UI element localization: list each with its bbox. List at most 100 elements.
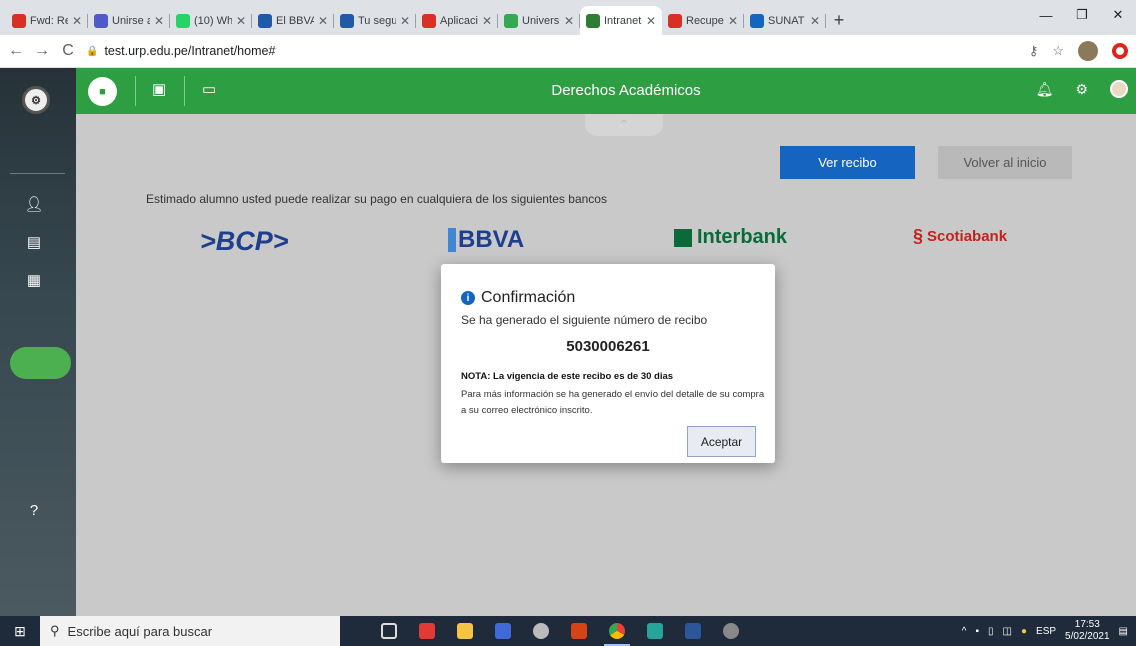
bbva-logo: BBVA [448,226,524,254]
minimize-icon[interactable]: — [1028,0,1064,30]
gear-icon[interactable]: ⚙ [1075,81,1088,98]
key-icon[interactable]: ⚷ [1029,43,1039,59]
taskbar: ⊞ ⚲ Escribe aquí para buscar ^ ▪ ▯ ◫ ● E… [0,616,1136,646]
window-controls: — ❐ ✕ [1028,0,1136,30]
book-icon[interactable]: ▤ [24,232,44,252]
interbank-logo: Interbank [674,226,787,249]
info-icon: i [461,291,475,305]
browser-tab[interactable]: El BBVA ✕ [252,6,334,35]
volver-inicio-button[interactable]: Volver al inicio [938,146,1072,179]
close-tab-icon[interactable]: ✕ [400,14,410,28]
close-tab-icon[interactable]: ✕ [318,14,328,28]
tray-app-icon[interactable]: ▪ [975,626,979,637]
browser-tab[interactable]: (10) Wha ✕ [170,6,252,35]
task-view-icon[interactable] [370,616,408,646]
windows-start-icon[interactable]: ⊞ [0,616,40,646]
clock-date: 5/02/2021 [1065,631,1110,642]
browser-tab-label: El BBVA [276,14,314,27]
taskbar-apps [370,616,750,646]
browser-tab[interactable]: Recuper ✕ [662,6,744,35]
interbank-logo-text: Interbank [697,226,788,248]
user-icon[interactable]: 👤︎ [24,194,44,214]
app-grey-icon[interactable] [712,616,750,646]
browser-tab[interactable]: Fwd: Rev ✕ [6,6,88,35]
ver-recibo-button[interactable]: Ver recibo [780,146,915,179]
new-tab-button[interactable]: + [826,6,852,35]
profile-avatar[interactable] [1078,41,1098,61]
browser-tab-strip: Fwd: Rev✕Unirse a✕(10) Wha✕El BBVA✕Tu se… [0,0,1136,35]
receipt-number: 5030006261 [566,338,650,355]
close-tab-icon[interactable]: ✕ [72,14,82,28]
file-explorer-icon[interactable] [446,616,484,646]
dialog-note: NOTA: La vigencia de este recibo es de 3… [461,371,674,382]
user-avatar[interactable] [1110,80,1128,98]
close-tab-icon[interactable]: ✕ [154,14,164,28]
lock-icon: 🔒 [86,45,99,57]
tray-arrow-icon[interactable]: ^ [962,626,967,637]
back-icon[interactable]: ← [8,42,24,60]
browser-tab[interactable]: Intranet ✕ [580,6,662,35]
browser-tab-label: Tu segur [358,14,396,27]
dialog-title-text: Confirmación [481,289,576,306]
bookmark-star-icon[interactable]: ☆ [1052,43,1064,59]
close-tab-icon[interactable]: ✕ [728,14,738,28]
chrome-icon[interactable] [598,616,636,646]
app-teal-icon[interactable] [636,616,674,646]
uni-icon [504,13,518,28]
close-tab-icon[interactable]: ✕ [646,14,656,28]
scotiabank-mark-icon: § [913,226,924,246]
app-blue-icon[interactable] [484,616,522,646]
browser-tab[interactable]: Universi ✕ [498,6,580,35]
bbva-icon [258,13,272,28]
browser-tab[interactable]: SUNAT - ✕ [744,6,826,35]
browser-tab-label: Universi [522,14,560,27]
sidebar-active-pill[interactable] [10,347,71,379]
forward-icon[interactable]: → [34,42,50,60]
tray-app2-icon[interactable]: ● [1021,626,1027,637]
sound-icon[interactable]: ◫ [1003,626,1012,637]
word-icon[interactable] [674,616,712,646]
collapse-header-tab[interactable]: ⌃ [585,114,663,136]
app-shield-icon[interactable] [560,616,598,646]
restore-icon[interactable]: ❐ [1064,0,1100,30]
page-title: Derechos Académicos [551,82,701,99]
notification-icon[interactable]: ▤ [1119,626,1128,637]
dialog-subtitle: Se ha generado el siguiente número de re… [461,313,708,327]
sunat-icon [750,13,764,28]
browser-tab-label: Unirse a [112,14,150,27]
gmail-icon [668,13,682,28]
app-red-icon[interactable] [408,616,446,646]
close-tab-icon[interactable]: ✕ [482,14,492,28]
address-bar: ← → C 🔒 test.urp.edu.pe/Intranet/home# ⚷… [0,35,1136,68]
dialog-title: i Confirmación [461,289,575,307]
browser-tab-label: (10) Wha [194,14,232,27]
browser-tab[interactable]: Unirse a ✕ [88,6,170,35]
opera-extension-icon[interactable] [1112,43,1128,59]
network-icon[interactable]: ▯ [988,626,994,637]
gmail-icon [12,13,26,28]
close-tab-icon[interactable]: ✕ [810,14,820,28]
bcp-logo: >BCP> [200,226,289,256]
taskbar-search[interactable]: ⚲ Escribe aquí para buscar [40,616,340,646]
help-icon[interactable]: ? [24,500,44,520]
app-circle-icon[interactable] [522,616,560,646]
browser-tab[interactable]: Aplicacio ✕ [416,6,498,35]
scotiabank-logo: § Scotiabank [913,226,1007,247]
reload-icon[interactable]: C [60,42,76,60]
url-field[interactable]: 🔒 test.urp.edu.pe/Intranet/home# [86,44,1019,58]
close-tab-icon[interactable]: ✕ [236,14,246,28]
clock-time: 17:53 [1074,619,1100,630]
bell-icon[interactable]: 🔔︎ [1036,81,1054,98]
aceptar-button[interactable]: Aceptar [687,426,756,457]
app-icon [422,13,436,28]
urp-icon [586,13,600,28]
close-window-icon[interactable]: ✕ [1100,0,1136,30]
language-indicator[interactable]: ESP [1036,626,1056,637]
intranet-app: ⚙ 👤︎ ▤ ▦ ? ■ ▣ ▭ Derechos Académicos 🔔︎ … [0,68,1136,616]
app-header: ■ ▣ ▭ Derechos Académicos 🔔︎ ⚙ [76,68,1136,114]
close-tab-icon[interactable]: ✕ [564,14,574,28]
search-icon: ⚲ [50,623,60,638]
grid-icon[interactable]: ▦ [24,270,44,290]
clock[interactable]: 17:53 5/02/2021 [1065,619,1110,643]
browser-tab[interactable]: Tu segur ✕ [334,6,416,35]
